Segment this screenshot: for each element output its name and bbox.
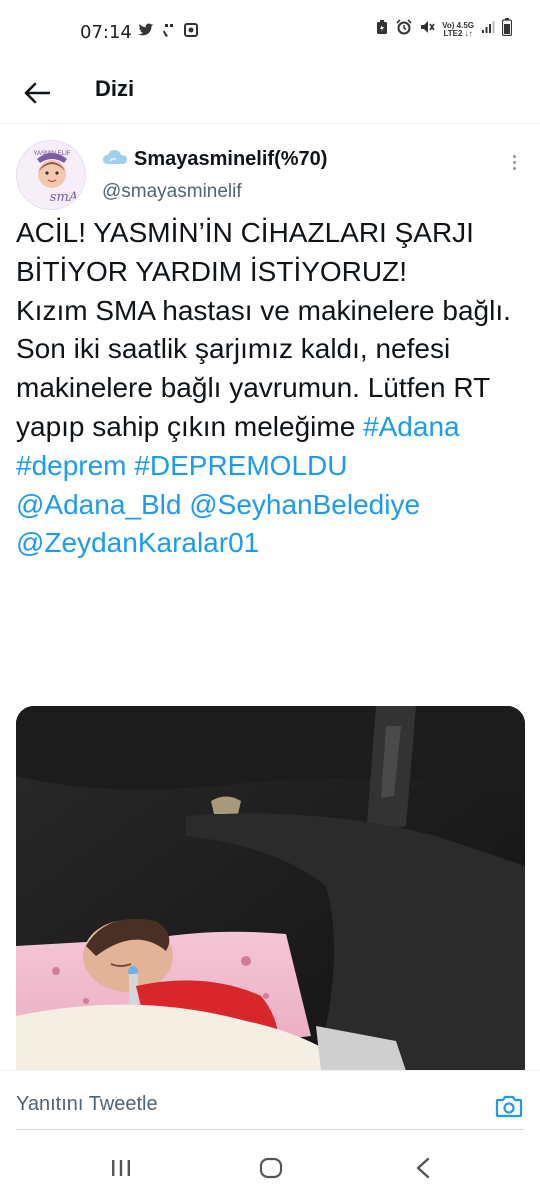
signal-icon — [481, 20, 495, 39]
username[interactable]: @smayasminelif — [102, 181, 242, 203]
mention-link[interactable]: @Adana_Bld — [16, 489, 181, 520]
display-name: Smayasminelif(%70) — [134, 148, 328, 170]
tweet-text-body: ACİL! YASMİN’İN CİHAZLARI ŞARJI BİTİYOR … — [16, 217, 511, 442]
hashtag-link[interactable]: #Adana — [363, 411, 460, 442]
reply-underline — [16, 1129, 524, 1130]
avatar[interactable]: YASMIN ELİF smA — [16, 140, 86, 210]
twitter-icon — [138, 23, 154, 42]
missed-call-icon — [162, 22, 176, 43]
page-title: Dizi — [95, 76, 135, 101]
arrow-left-icon — [24, 82, 50, 104]
tweet-text: ACİL! YASMİN’İN CİHAZLARI ŞARJI BİTİYOR … — [16, 214, 522, 563]
back-icon — [416, 1157, 430, 1179]
notification-icons — [138, 22, 198, 43]
camera-button[interactable] — [492, 1089, 526, 1123]
system-icons: Vo) 4.5G LTE2 ↓↑ — [375, 18, 513, 41]
recent-apps-button[interactable] — [101, 1152, 141, 1184]
recent-apps-icon — [112, 1160, 130, 1176]
home-button[interactable] — [251, 1152, 291, 1184]
hashtag-link[interactable]: #DEPREMOLDU — [134, 450, 347, 481]
cloud-icon — [102, 148, 128, 171]
screenshot-icon — [184, 23, 198, 42]
status-time: 07:14 — [80, 22, 132, 43]
app-header: Dizi — [0, 64, 540, 124]
battery-icon — [501, 18, 513, 41]
back-button[interactable] — [20, 76, 54, 110]
net-bottom-label: LTE2 ↓↑ — [443, 28, 473, 38]
camera-icon — [495, 1095, 523, 1118]
more-dot-icon — [512, 154, 516, 158]
more-dot-icon — [512, 166, 516, 170]
reply-input[interactable]: Yanıtını Tweetle — [16, 1093, 158, 1116]
avatar-script-text: smA — [50, 190, 78, 205]
hashtag-link[interactable]: #deprem — [16, 450, 127, 481]
home-icon — [259, 1157, 283, 1179]
mention-link[interactable]: @ZeydanKaralar01 — [16, 527, 259, 558]
battery-saver-icon — [375, 19, 389, 40]
volte-icon: Vo) 4.5G LTE2 ↓↑ — [442, 21, 474, 38]
author-name-row[interactable]: Smayasminelif(%70) — [102, 148, 327, 171]
status-bar: 07:14 Vo) 4.5G LTE2 ↓↑ — [0, 0, 540, 64]
more-dot-icon — [512, 160, 516, 164]
more-options-button[interactable] — [500, 148, 528, 176]
alarm-icon — [396, 19, 412, 40]
nav-back-button[interactable] — [403, 1152, 443, 1184]
mention-link[interactable]: @SeyhanBelediye — [189, 489, 420, 520]
tweet-photo[interactable] — [16, 706, 525, 1071]
system-nav-bar — [0, 1138, 540, 1200]
mute-icon — [419, 19, 435, 40]
reply-bar: Yanıtını Tweetle — [0, 1070, 540, 1138]
